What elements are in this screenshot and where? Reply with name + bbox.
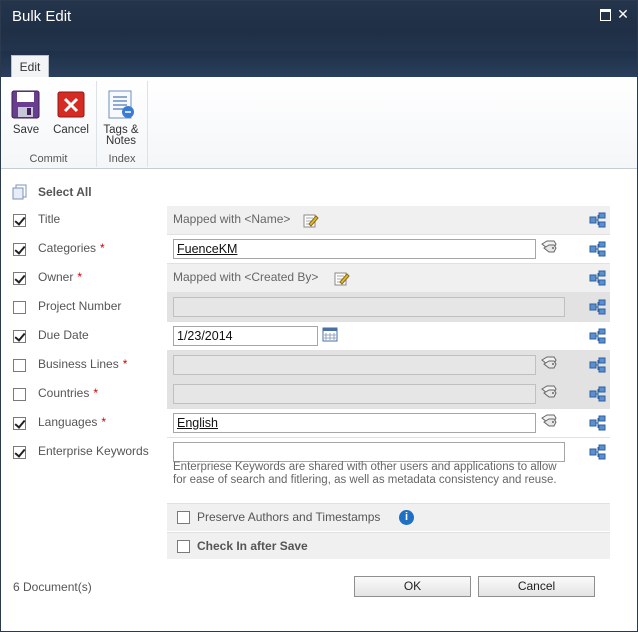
select-all-label: Select All bbox=[38, 185, 92, 199]
check-in-checkbox[interactable] bbox=[177, 540, 190, 553]
dialog-title: Bulk Edit bbox=[12, 8, 72, 25]
required-marker: * bbox=[101, 415, 107, 429]
check-in-label: Check In after Save bbox=[197, 539, 308, 553]
due-date-input[interactable]: 1/23/2014 bbox=[173, 326, 318, 346]
languages-input[interactable]: English bbox=[173, 413, 536, 433]
edit-mapping-icon[interactable] bbox=[303, 213, 319, 229]
cancel-icon bbox=[56, 89, 86, 121]
cancel-ribbon-button[interactable]: Cancel bbox=[53, 89, 89, 136]
tags-label-line2: Notes bbox=[105, 135, 137, 147]
document-count: 6 Document(s) bbox=[13, 580, 92, 594]
field-row-title: Title Mapped with <Name> bbox=[1, 206, 637, 235]
field-label: Languages * bbox=[38, 415, 107, 429]
tab-edit[interactable]: Edit bbox=[11, 55, 49, 78]
field-label: Title bbox=[38, 212, 61, 226]
field-value-cell: Mapped with <Name> bbox=[167, 206, 610, 235]
checkbox-project-number[interactable] bbox=[13, 301, 26, 314]
checkbox-owner[interactable] bbox=[13, 272, 26, 285]
field-row-project-number: Project Number bbox=[1, 293, 637, 322]
field-mapping-icon[interactable] bbox=[589, 444, 606, 460]
edit-mapping-icon[interactable] bbox=[334, 271, 350, 287]
field-label: Due Date bbox=[38, 328, 89, 342]
checkbox-languages[interactable] bbox=[13, 417, 26, 430]
field-value-cell: English bbox=[167, 409, 610, 438]
ok-button[interactable]: OK bbox=[354, 576, 471, 597]
field-value-cell bbox=[167, 380, 610, 409]
field-label: Project Number bbox=[38, 299, 122, 313]
field-mapping-icon[interactable] bbox=[589, 415, 606, 431]
field-value-cell bbox=[167, 293, 610, 322]
field-mapping-icon[interactable] bbox=[589, 357, 606, 373]
field-row-languages: Languages * English bbox=[1, 409, 637, 438]
save-icon bbox=[11, 89, 41, 121]
browse-terms-icon[interactable] bbox=[541, 385, 557, 399]
required-marker: * bbox=[77, 270, 83, 284]
field-row-business-lines: Business Lines * bbox=[1, 351, 637, 380]
checkbox-enterprise-keywords[interactable] bbox=[13, 446, 26, 459]
title-bar: Bulk Edit ✕ bbox=[1, 1, 637, 51]
cancel-button[interactable]: Cancel bbox=[478, 576, 595, 597]
field-label: Countries * bbox=[38, 386, 99, 400]
close-icon[interactable]: ✕ bbox=[616, 7, 630, 21]
field-label: Owner * bbox=[38, 270, 83, 284]
tags-notes-button[interactable]: Tags & Notes bbox=[101, 89, 141, 147]
preserve-authors-checkbox[interactable] bbox=[177, 511, 190, 524]
save-button[interactable]: Save bbox=[11, 89, 41, 136]
mapped-text: Mapped with <Created By> bbox=[173, 270, 319, 284]
info-icon[interactable]: i bbox=[399, 510, 414, 525]
bulk-edit-dialog: Bulk Edit ✕ Edit Save Cancel Tags & Note… bbox=[0, 0, 638, 632]
field-mapping-icon[interactable] bbox=[589, 386, 606, 402]
categories-input[interactable]: FuenceKM bbox=[173, 239, 536, 259]
field-label: Enterprise Keywords bbox=[38, 444, 149, 458]
calendar-icon[interactable] bbox=[322, 326, 338, 342]
keywords-description: Enterpriese Keywords are shared with oth… bbox=[173, 461, 557, 486]
group-separator bbox=[147, 81, 148, 167]
field-row-countries: Countries * bbox=[1, 380, 637, 409]
browse-terms-icon[interactable] bbox=[541, 356, 557, 370]
save-label: Save bbox=[12, 124, 40, 136]
field-mapping-icon[interactable] bbox=[589, 328, 606, 344]
field-mapping-icon[interactable] bbox=[589, 212, 606, 228]
browse-terms-icon[interactable] bbox=[541, 414, 557, 428]
select-all-icon bbox=[12, 184, 28, 200]
group-commit-label: Commit bbox=[29, 153, 68, 165]
cancel-label: Cancel bbox=[53, 124, 89, 136]
preserve-authors-label: Preserve Authors and Timestamps bbox=[197, 510, 381, 524]
ribbon: Save Cancel Tags & Notes Commit Index bbox=[1, 77, 637, 169]
required-marker: * bbox=[93, 386, 99, 400]
business-lines-input[interactable] bbox=[173, 355, 536, 375]
required-marker: * bbox=[122, 357, 128, 371]
checkbox-categories[interactable] bbox=[13, 243, 26, 256]
field-mapping-icon[interactable] bbox=[589, 270, 606, 286]
field-row-owner: Owner * Mapped with <Created By> bbox=[1, 264, 637, 293]
field-mapping-icon[interactable] bbox=[589, 241, 606, 257]
checkbox-title[interactable] bbox=[13, 214, 26, 227]
required-marker: * bbox=[100, 241, 105, 255]
mapped-text: Mapped with <Name> bbox=[173, 212, 291, 226]
field-label: Business Lines * bbox=[38, 357, 128, 371]
maximize-icon[interactable] bbox=[598, 7, 612, 21]
countries-input[interactable] bbox=[173, 384, 536, 404]
preserve-authors-row: Preserve Authors and Timestamps i bbox=[167, 504, 610, 531]
project-number-input[interactable] bbox=[173, 297, 565, 317]
field-label: Categories * bbox=[38, 241, 105, 255]
browse-terms-icon[interactable] bbox=[541, 240, 557, 254]
enterprise-keywords-input[interactable] bbox=[173, 442, 565, 462]
tags-notes-icon bbox=[106, 89, 136, 121]
check-in-row: Check In after Save bbox=[167, 532, 610, 559]
field-mapping-icon[interactable] bbox=[589, 299, 606, 315]
field-value-cell: Mapped with <Created By> bbox=[167, 264, 610, 293]
ribbon-tabs: Edit bbox=[1, 51, 637, 78]
field-value-cell: 1/23/2014 bbox=[167, 322, 610, 351]
checkbox-countries[interactable] bbox=[13, 388, 26, 401]
group-index-label: Index bbox=[108, 153, 136, 165]
checkbox-business-lines[interactable] bbox=[13, 359, 26, 372]
field-row-categories: Categories * FuenceKM bbox=[1, 235, 637, 264]
field-value-cell: FuenceKM bbox=[167, 235, 610, 264]
checkbox-due-date[interactable] bbox=[13, 330, 26, 343]
field-row-due-date: Due Date 1/23/2014 bbox=[1, 322, 637, 351]
field-value-cell bbox=[167, 351, 610, 380]
